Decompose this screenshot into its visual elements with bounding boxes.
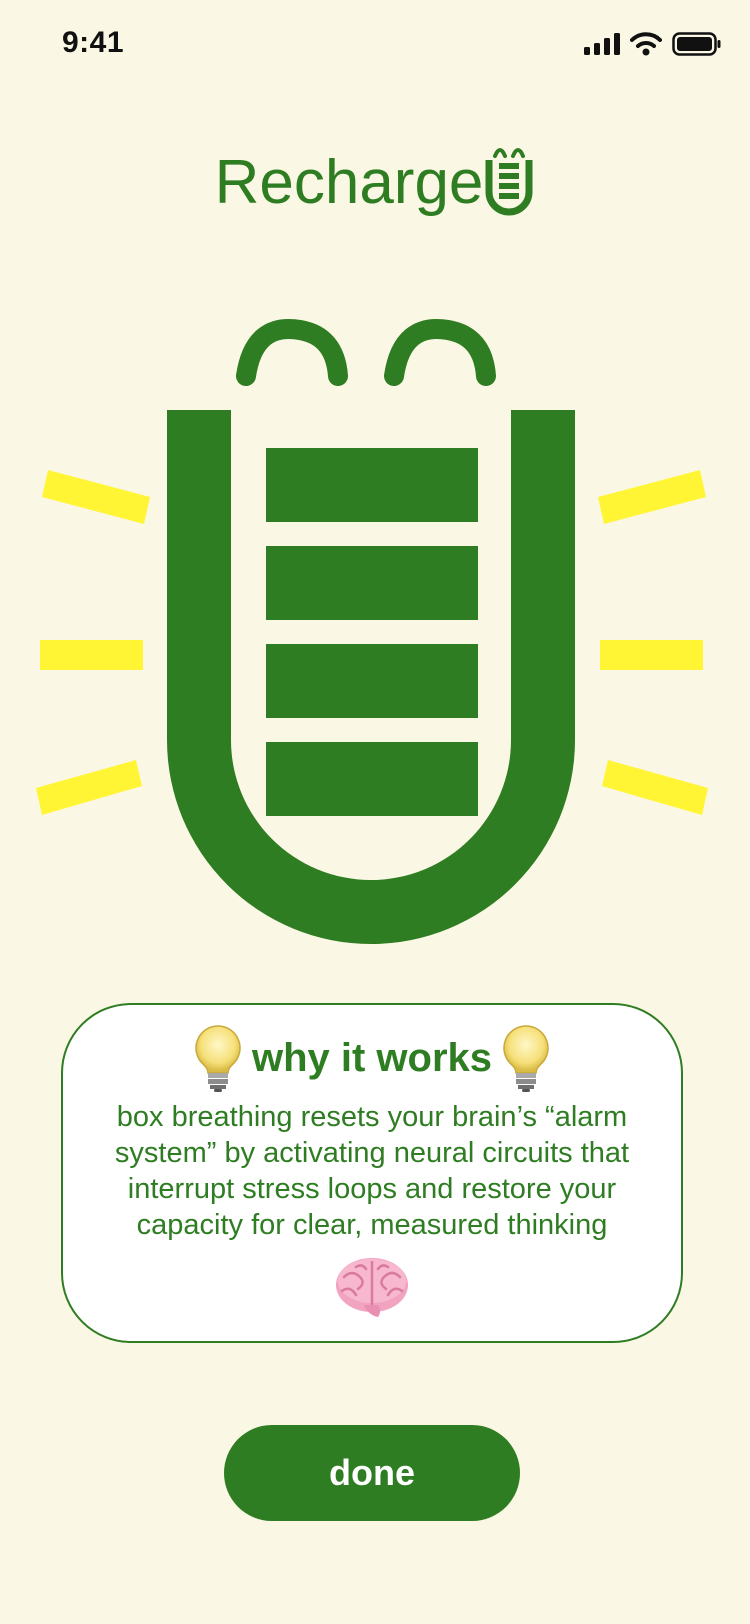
glow-ray-icon bbox=[598, 470, 706, 524]
info-card: why it works box breathing resets your b… bbox=[61, 1003, 683, 1343]
right-eyebrow bbox=[384, 319, 496, 386]
glow-ray-icon bbox=[36, 760, 142, 815]
charge-bar bbox=[266, 448, 478, 522]
brain-icon bbox=[336, 1258, 408, 1317]
glow-ray-icon bbox=[42, 470, 150, 524]
battery-mascot-logo-icon bbox=[485, 148, 533, 216]
charge-bar bbox=[266, 742, 478, 816]
battery-mascot-icon bbox=[36, 319, 708, 944]
lightbulb-icon bbox=[503, 1025, 549, 1092]
status-icons bbox=[584, 32, 722, 56]
card-body: box breathing resets your brain’s “alarm… bbox=[114, 1101, 630, 1241]
wifi-icon bbox=[630, 32, 662, 56]
status-bar: 9:41 bbox=[0, 0, 750, 90]
app-title: Recharge bbox=[0, 140, 750, 220]
done-button[interactable]: done bbox=[224, 1425, 520, 1521]
battery-icon bbox=[672, 32, 721, 56]
glow-ray-icon bbox=[602, 760, 708, 815]
lightbulb-icon bbox=[195, 1025, 241, 1092]
status-time: 9:41 bbox=[62, 26, 125, 59]
card-heading: why it works bbox=[63, 1023, 681, 1093]
glow-ray-icon bbox=[40, 640, 143, 670]
card-heading-text: why it works bbox=[251, 1035, 493, 1080]
glow-ray-icon bbox=[600, 640, 703, 670]
app-title-text: Recharge bbox=[214, 148, 484, 217]
charge-bar bbox=[266, 644, 478, 718]
left-eyebrow bbox=[236, 319, 348, 386]
charge-bar bbox=[266, 546, 478, 620]
cellular-signal-icon bbox=[584, 33, 620, 55]
